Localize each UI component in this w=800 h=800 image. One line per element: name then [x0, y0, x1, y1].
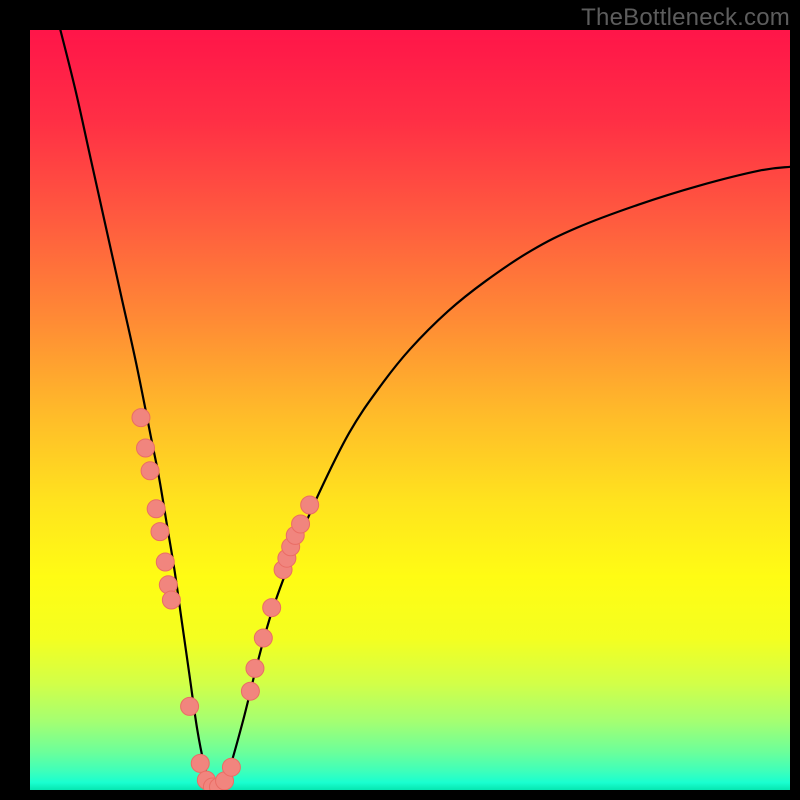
sample-dot — [263, 599, 281, 617]
outer-frame: TheBottleneck.com — [0, 0, 800, 800]
sample-dot — [151, 523, 169, 541]
sample-dot — [156, 553, 174, 571]
chart-svg — [30, 30, 790, 790]
sample-dot — [181, 697, 199, 715]
sample-dot — [191, 754, 209, 772]
sample-dot — [222, 758, 240, 776]
plot-area — [30, 30, 790, 790]
sample-dot — [246, 659, 264, 677]
bottleneck-curve — [60, 30, 790, 790]
sample-dot — [162, 591, 180, 609]
sample-dot — [137, 439, 155, 457]
sample-dot — [141, 462, 159, 480]
sample-dot — [292, 515, 310, 533]
sample-dot — [147, 500, 165, 518]
sample-dots-group — [132, 409, 319, 790]
sample-dot — [301, 496, 319, 514]
watermark-text: TheBottleneck.com — [581, 4, 790, 32]
sample-dot — [241, 682, 259, 700]
sample-dot — [254, 629, 272, 647]
sample-dot — [132, 409, 150, 427]
